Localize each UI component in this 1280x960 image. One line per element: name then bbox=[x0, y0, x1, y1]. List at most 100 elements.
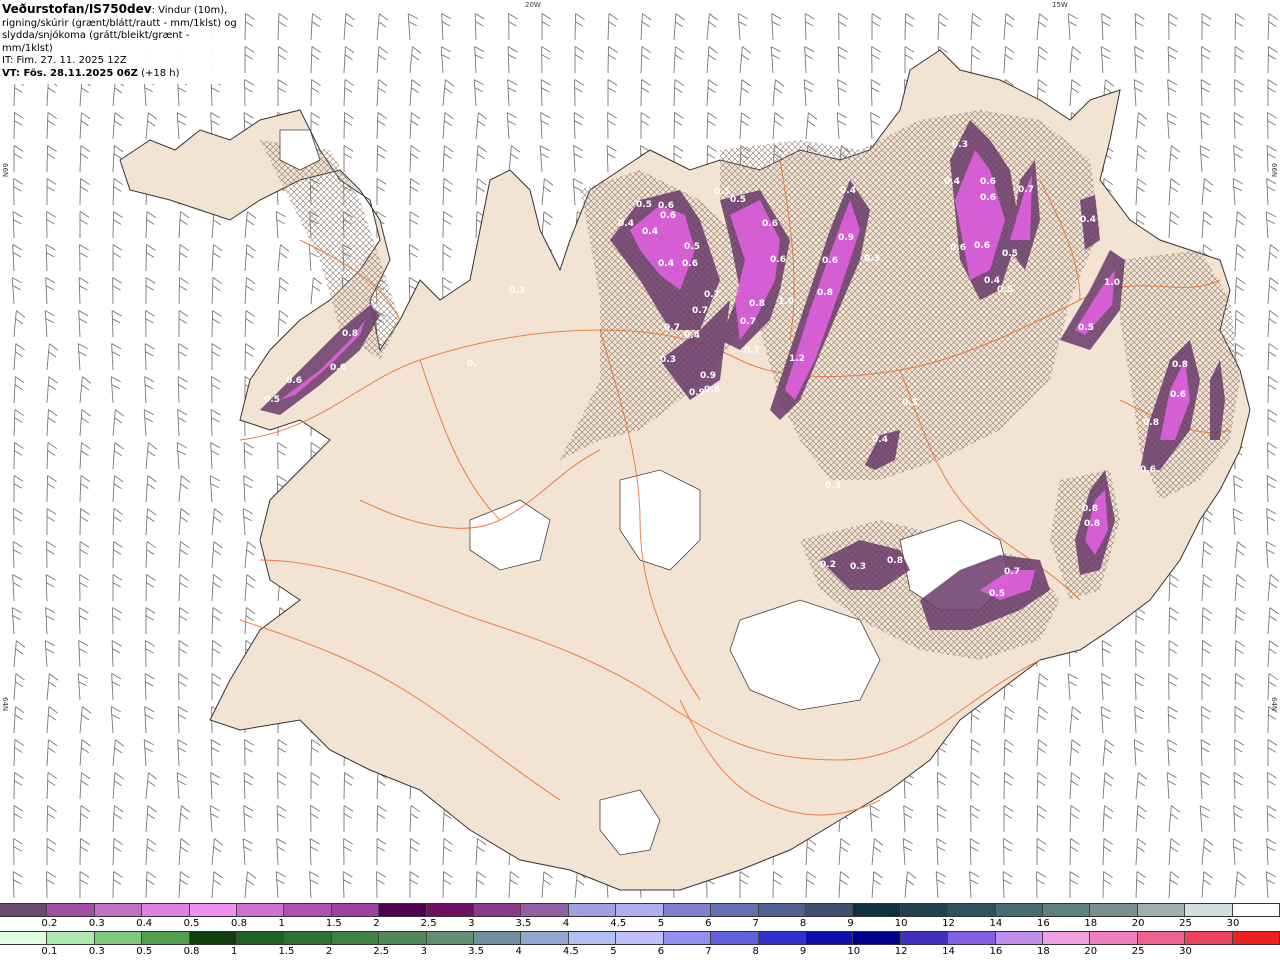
precip-label: 0.5 bbox=[636, 200, 652, 210]
scale-label: 0.5 bbox=[183, 918, 200, 929]
scale-swatch bbox=[663, 932, 712, 944]
scale-label: 25 bbox=[1179, 918, 1192, 929]
scale-label: 0.3 bbox=[88, 918, 105, 929]
precip-label: 0.6 bbox=[286, 376, 302, 386]
precip-label: 0.5 bbox=[730, 195, 746, 205]
scale-label: 2.5 bbox=[373, 946, 390, 957]
scale-label: 0.8 bbox=[183, 946, 200, 957]
scale-swatch bbox=[1185, 904, 1233, 916]
scale-swatch bbox=[284, 932, 332, 944]
precip-label: 0.5 bbox=[1002, 249, 1018, 259]
precip-label: 0.8 bbox=[1172, 360, 1188, 370]
precip-label: 0.8 bbox=[749, 299, 765, 309]
scale-label: 8 bbox=[799, 918, 807, 929]
precip-label: 0.8 bbox=[817, 288, 833, 298]
scale-swatch bbox=[711, 904, 759, 916]
scale-swatch bbox=[1042, 932, 1091, 944]
precip-label: 0.5 bbox=[1078, 323, 1094, 333]
scale-swatch bbox=[237, 904, 285, 916]
scale-label: 3 bbox=[468, 918, 475, 929]
precip-label: 0.8 bbox=[342, 329, 358, 339]
precip-label: 0.4 bbox=[658, 259, 674, 269]
scale-swatch bbox=[142, 932, 190, 944]
scale-swatch bbox=[758, 932, 806, 944]
scale-label: 30 bbox=[1226, 918, 1240, 929]
scale-swatch bbox=[1232, 904, 1280, 916]
scale-label: 0.2 bbox=[41, 918, 58, 929]
scale-swatch bbox=[521, 932, 569, 944]
precip-label: 0.7 bbox=[664, 323, 680, 333]
scale-swatch bbox=[568, 904, 617, 916]
precip-label: 0.6 bbox=[950, 243, 966, 253]
snow-color-scale bbox=[0, 903, 1280, 917]
scale-label: 5 bbox=[657, 918, 665, 929]
scale-swatch bbox=[1042, 904, 1091, 916]
precip-label: 0.3 bbox=[509, 286, 525, 296]
scale-swatch bbox=[711, 932, 759, 944]
precip-label: 0.6 bbox=[980, 193, 996, 203]
precip-label: 0.5 bbox=[902, 398, 918, 408]
scale-swatch bbox=[426, 932, 475, 944]
scale-swatch bbox=[1137, 932, 1186, 944]
scale-swatch bbox=[900, 932, 949, 944]
scale-swatch bbox=[474, 904, 522, 916]
precip-label: 1.0 bbox=[1104, 278, 1120, 288]
precip-label: 0.5 bbox=[714, 187, 730, 197]
scale-swatch bbox=[616, 904, 664, 916]
scale-swatch bbox=[805, 904, 854, 916]
scale-swatch bbox=[189, 904, 238, 916]
precip-label: 0.9 bbox=[700, 371, 716, 381]
source-title: Veðurstofan/IS750dev bbox=[2, 2, 152, 16]
scale-label: 20 bbox=[1131, 918, 1145, 929]
precip-label: 0.4 bbox=[872, 435, 888, 445]
scale-swatch bbox=[948, 904, 996, 916]
scale-swatch bbox=[948, 932, 996, 944]
scale-label: 14 bbox=[989, 918, 1003, 929]
precip-label: 0.5 bbox=[989, 589, 1005, 599]
precip-label: 0.8 bbox=[887, 556, 903, 566]
scale-label: 16 bbox=[989, 946, 1003, 957]
scale-label: 1 bbox=[231, 946, 238, 957]
grid-label-15w: 15W bbox=[1052, 1, 1068, 9]
scale-swatch bbox=[805, 932, 854, 944]
precip-label: 0.4 bbox=[840, 186, 856, 196]
scale-label: 30 bbox=[1179, 946, 1192, 957]
precip-label: 0.3 bbox=[850, 562, 866, 572]
scale-swatch bbox=[1090, 904, 1138, 916]
scale-swatch bbox=[94, 904, 143, 916]
precip-label: 0.7 bbox=[740, 317, 756, 327]
scale-swatch bbox=[94, 932, 143, 944]
iceland-forecast-map: 0.80.60.60.50.30.0.40.5 0.60.60.40.50.4 0.… bbox=[0, 0, 1280, 902]
precip-label: 0.9 bbox=[838, 233, 854, 243]
scale-label: 12 bbox=[942, 918, 955, 929]
precip-label: 0.7 bbox=[1018, 185, 1034, 195]
scale-swatch bbox=[142, 904, 190, 916]
scale-label: 7 bbox=[705, 946, 712, 957]
precip-label: 0.6 bbox=[1170, 390, 1186, 400]
scale-swatch bbox=[331, 904, 380, 916]
scale-label: 6 bbox=[705, 918, 712, 929]
scale-label: 18 bbox=[1036, 946, 1050, 957]
scale-label: 10 bbox=[894, 918, 908, 929]
scale-label: 16 bbox=[1036, 918, 1050, 929]
map-info-panel: Veðurstofan/IS750dev: Vindur (10m), rign… bbox=[0, 0, 240, 84]
scale-label: 4.5 bbox=[562, 946, 579, 957]
scale-swatch bbox=[995, 932, 1043, 944]
precip-label: 0. bbox=[467, 359, 477, 369]
precip-label: 0.7 bbox=[692, 306, 708, 316]
precip-label: 0.5 bbox=[997, 285, 1013, 295]
scale-swatch bbox=[616, 932, 664, 944]
scale-swatch bbox=[568, 932, 617, 944]
precip-label: 0.3 bbox=[825, 481, 841, 491]
scale-swatch bbox=[47, 932, 95, 944]
scale-swatch bbox=[474, 932, 522, 944]
precip-label: 0.6 bbox=[660, 211, 676, 221]
valid-time: VT: Fös. 28.11.2025 06Z bbox=[2, 67, 138, 79]
precip-label: 0.6 bbox=[682, 259, 698, 269]
precip-label: 0.7 bbox=[744, 346, 760, 356]
scale-swatch bbox=[379, 904, 427, 916]
scale-label: 2 bbox=[373, 918, 380, 929]
precip-label: 1.0 bbox=[778, 297, 794, 307]
precip-label: 0.4 bbox=[642, 227, 658, 237]
scale-label: 18 bbox=[1084, 918, 1098, 929]
